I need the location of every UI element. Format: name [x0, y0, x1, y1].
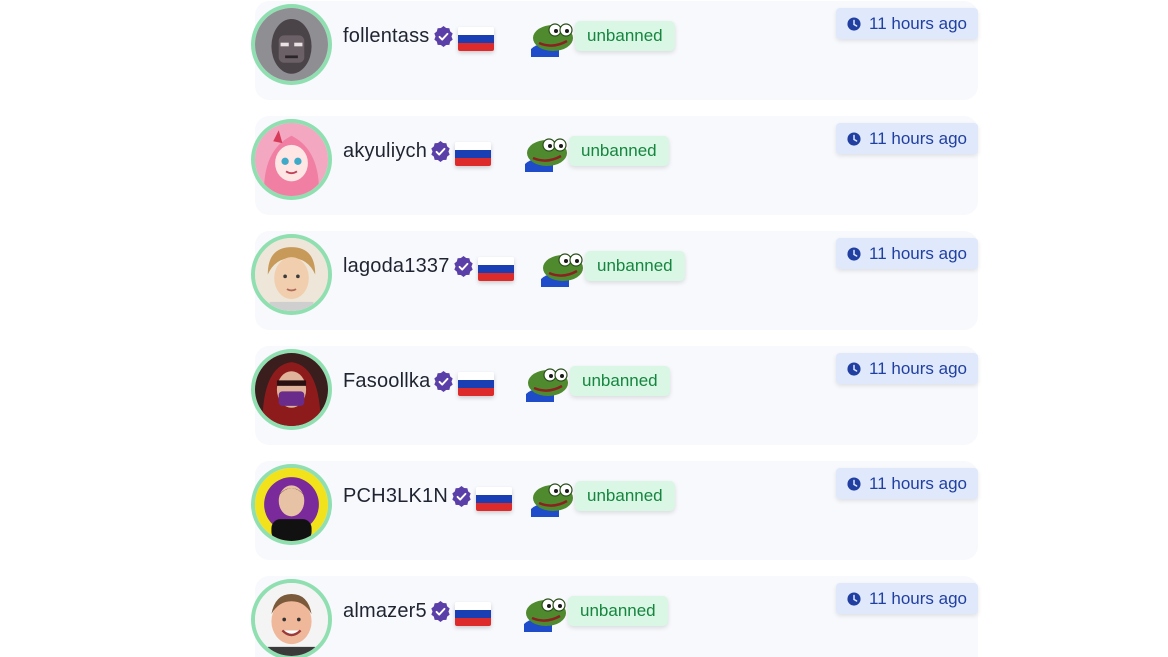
russia-flag-icon [475, 487, 512, 511]
timestamp: 11 hours ago [869, 13, 967, 33]
user-name-row: lagoda1337 [343, 253, 514, 281]
user-name-row: PCH3LK1N [343, 483, 512, 511]
ban-feed: follentass unbanned 11 hours ago akyuliy… [0, 0, 1168, 657]
avatar-yellow-bg-person [255, 468, 328, 541]
user-name-row: akyuliych [343, 138, 492, 166]
avatar[interactable] [251, 119, 332, 200]
user-name-row: almazer5 [343, 598, 491, 626]
avatar[interactable] [251, 579, 332, 657]
timestamp: 11 hours ago [869, 128, 967, 148]
avatar-hooded-figure [255, 353, 328, 426]
avatar[interactable] [251, 4, 332, 85]
user-name-row: Fasoollka [343, 368, 495, 396]
clock-icon [847, 591, 861, 606]
feed-item[interactable]: follentass unbanned 11 hours ago [251, 1, 978, 100]
feed-item[interactable]: akyuliych unbanned 11 hours ago [251, 116, 978, 215]
timestamp-badge: 11 hours ago [836, 238, 978, 269]
timestamp-badge: 11 hours ago [836, 468, 978, 499]
avatar-anime-girl [255, 123, 328, 196]
username[interactable]: Fasoollka [343, 370, 430, 393]
feed-item[interactable]: Fasoollka unbanned 11 hours ago [251, 346, 978, 445]
clock-icon [847, 361, 861, 376]
username[interactable]: lagoda1337 [343, 255, 450, 278]
avatar[interactable] [251, 349, 332, 430]
verified-badge-icon [434, 370, 454, 392]
pepe-emote-icon [524, 598, 566, 632]
username[interactable]: PCH3LK1N [343, 485, 448, 508]
verified-badge-icon [433, 25, 453, 47]
avatar[interactable] [251, 464, 332, 545]
timestamp-badge: 11 hours ago [836, 123, 978, 154]
user-name-row: follentass [343, 23, 494, 51]
avatar[interactable] [251, 234, 332, 315]
pepe-emote-icon [531, 23, 573, 57]
pepe-emote-icon [526, 368, 568, 402]
feed-item[interactable]: almazer5 unbanned 11 hours ago [251, 576, 978, 657]
avatar-smiling-man [255, 583, 328, 656]
clock-icon [847, 476, 861, 491]
timestamp: 11 hours ago [869, 358, 967, 378]
status-badge: unbanned [570, 366, 670, 396]
status-badge: unbanned [569, 136, 669, 166]
russia-flag-icon [455, 142, 492, 166]
status-badge: unbanned [575, 21, 675, 51]
status-badge: unbanned [568, 596, 668, 626]
avatar-masked-face [255, 8, 328, 81]
feed-item[interactable]: PCH3LK1N unbanned 11 hours ago [251, 461, 978, 560]
russia-flag-icon [477, 257, 514, 281]
verified-badge-icon [431, 140, 450, 162]
username[interactable]: akyuliych [343, 140, 427, 163]
verified-badge-icon [452, 485, 471, 507]
clock-icon [847, 16, 861, 31]
timestamp-badge: 11 hours ago [836, 353, 978, 384]
russia-flag-icon [454, 602, 491, 626]
pepe-emote-icon [531, 483, 573, 517]
verified-badge-icon [431, 600, 450, 622]
username[interactable]: almazer5 [343, 600, 427, 623]
feed-item[interactable]: lagoda1337 unbanned 11 hours ago [251, 231, 978, 330]
pepe-emote-icon [541, 253, 583, 287]
pepe-emote-icon [525, 138, 567, 172]
status-badge: unbanned [575, 481, 675, 511]
timestamp: 11 hours ago [869, 588, 967, 608]
timestamp: 11 hours ago [869, 473, 967, 493]
russia-flag-icon [458, 372, 495, 396]
status-badge: unbanned [585, 251, 685, 281]
timestamp-badge: 11 hours ago [836, 8, 978, 39]
timestamp: 11 hours ago [869, 243, 967, 263]
clock-icon [847, 246, 861, 261]
username[interactable]: follentass [343, 25, 430, 48]
timestamp-badge: 11 hours ago [836, 583, 978, 614]
russia-flag-icon [457, 27, 494, 51]
clock-icon [847, 131, 861, 146]
verified-badge-icon [453, 255, 473, 277]
avatar-blond-boy [255, 238, 328, 311]
